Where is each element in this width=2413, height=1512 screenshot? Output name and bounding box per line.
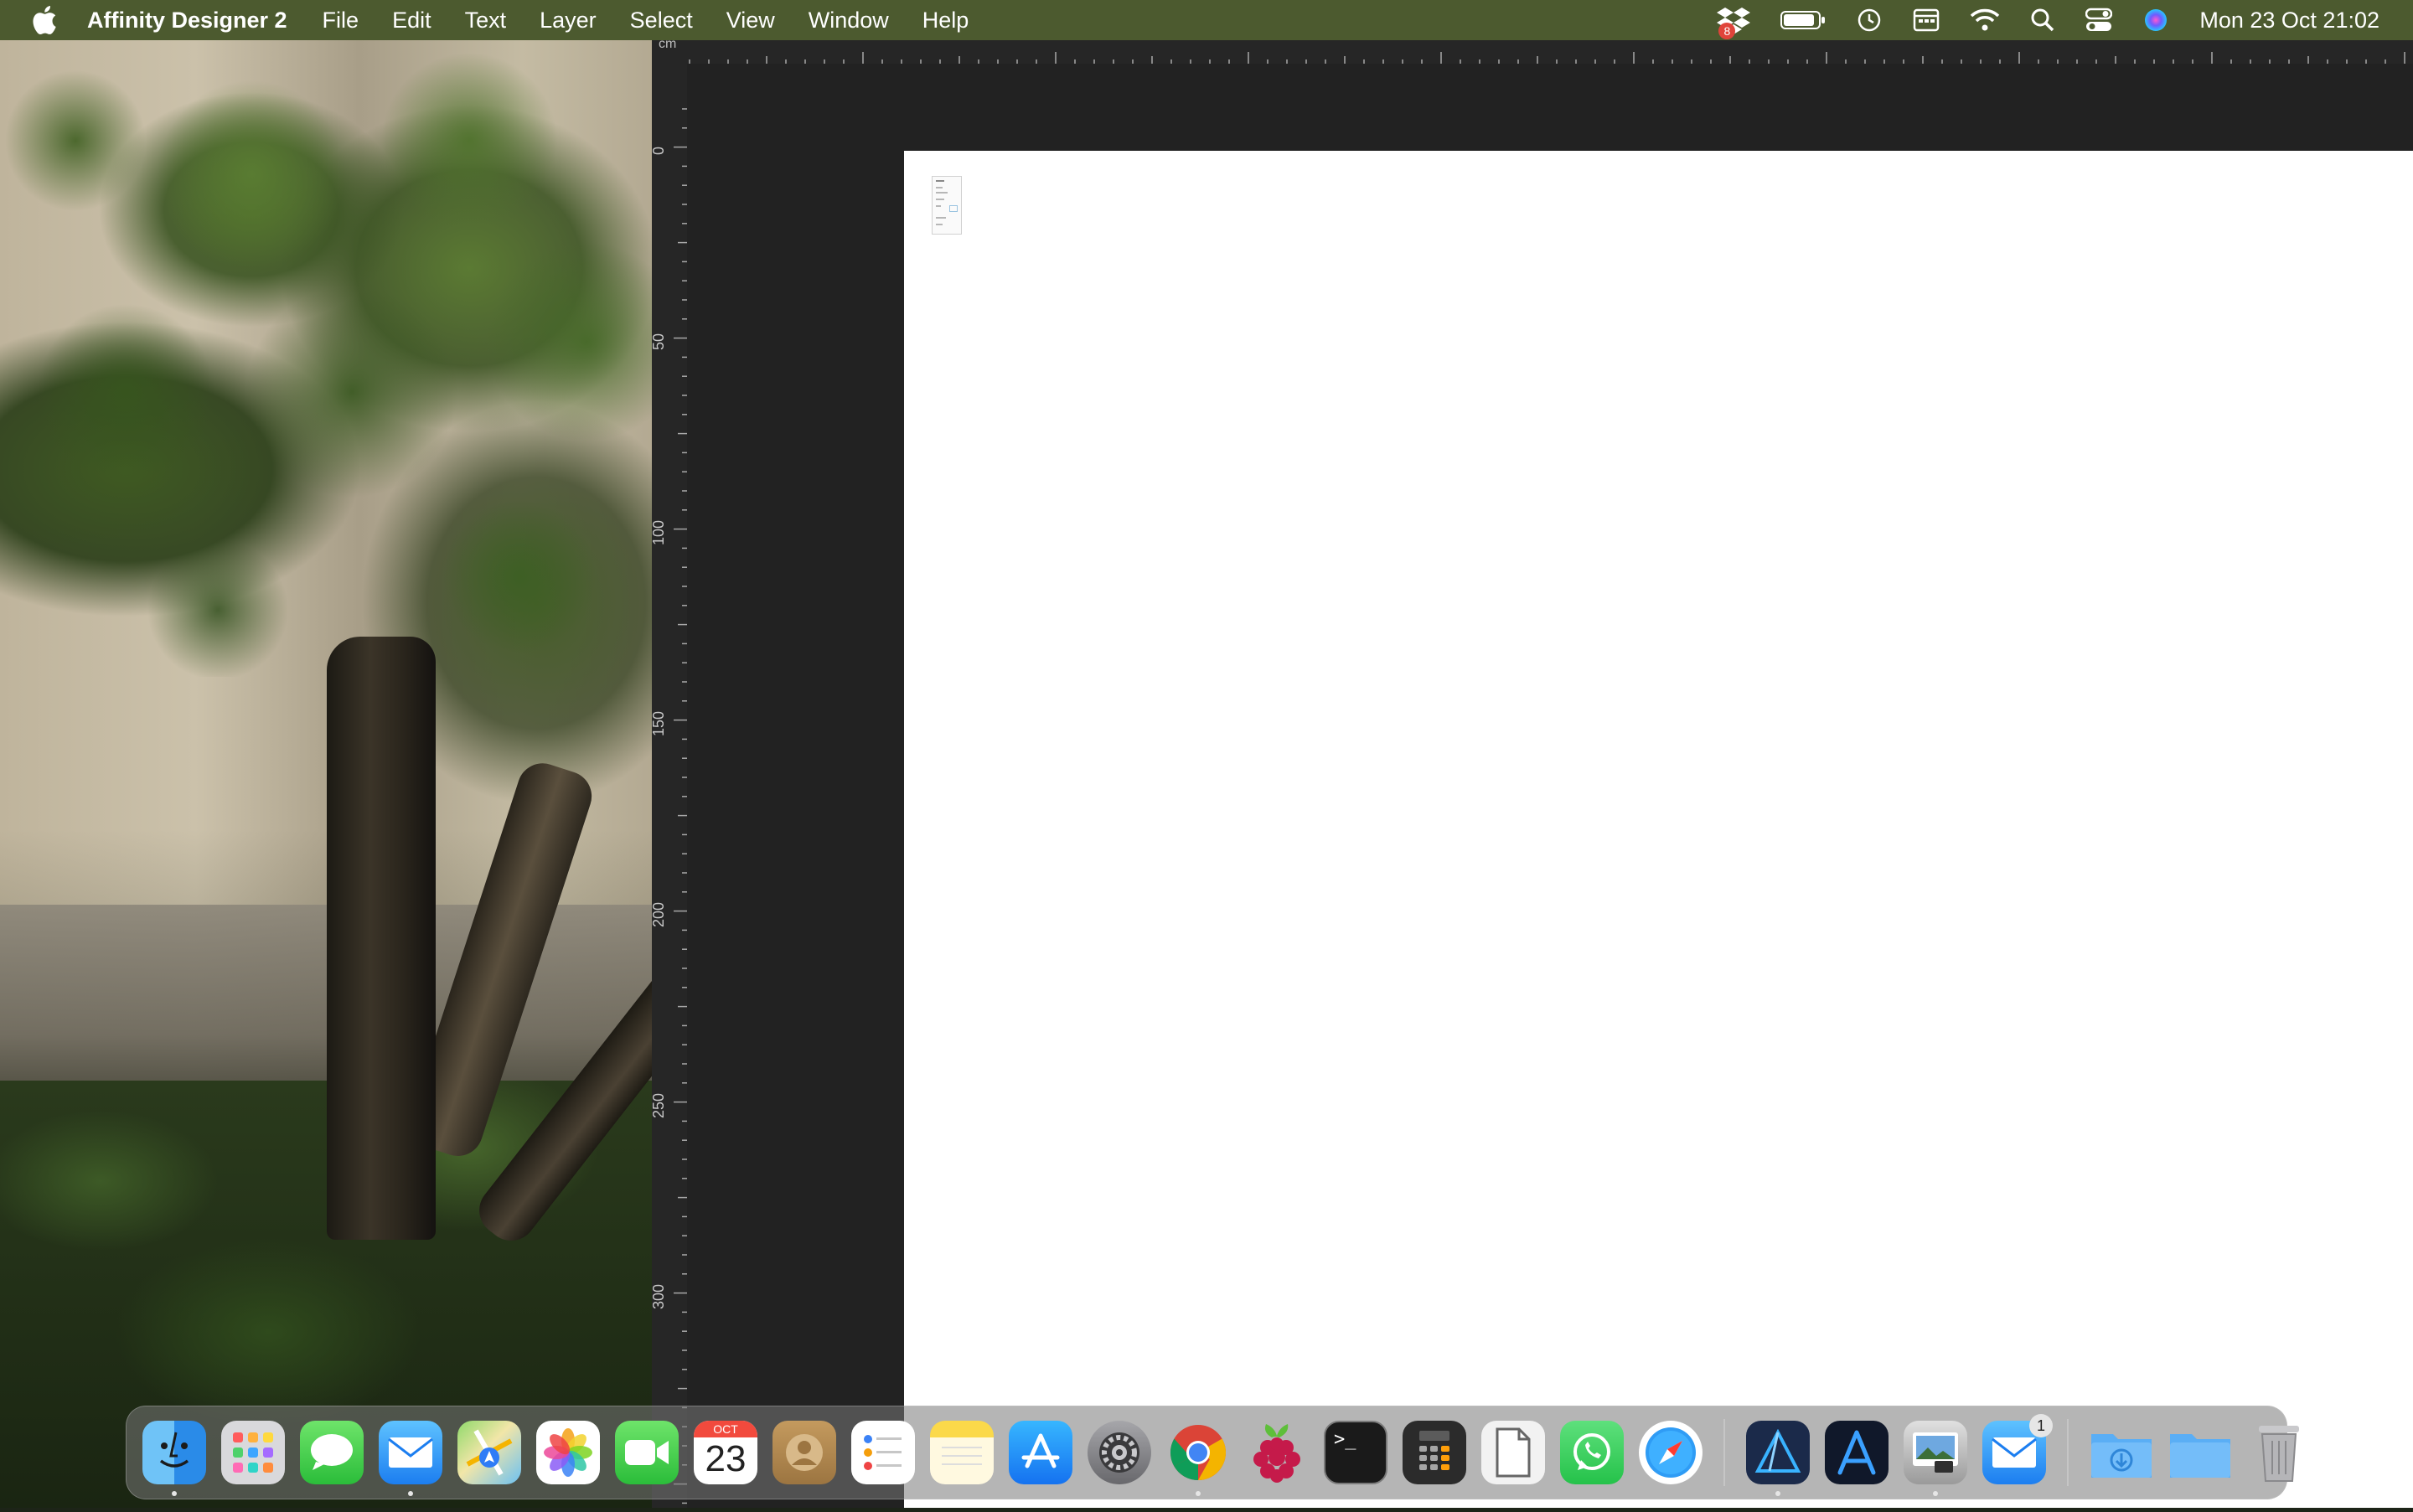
app-store-icon[interactable] xyxy=(1009,1421,1072,1484)
dropbox-badge: 8 xyxy=(1718,23,1736,39)
photos-icon[interactable] xyxy=(536,1421,600,1484)
ruler-label: 0 xyxy=(652,147,667,155)
notes-icon[interactable] xyxy=(930,1421,994,1484)
status-menus: 8 Mon 23 Oct 21:02 xyxy=(1717,0,2413,40)
artboard[interactable] xyxy=(904,151,2413,1508)
menu-bar-clock[interactable]: Mon 23 Oct 21:02 xyxy=(2199,8,2379,34)
mail-badge: 1 xyxy=(2029,1414,2053,1437)
artboard-content-thumbnail[interactable] xyxy=(932,176,962,235)
preview-icon[interactable] xyxy=(1904,1421,1967,1496)
vertical-ruler-ticks: 0 50 100 150 200 250 300 xyxy=(650,108,687,1504)
textedit-icon[interactable] xyxy=(1481,1421,1545,1484)
chrome-icon[interactable] xyxy=(1166,1421,1230,1496)
calendar-menu-icon[interactable] xyxy=(1913,8,1940,33)
messages-icon[interactable] xyxy=(300,1421,364,1484)
siri-icon[interactable] xyxy=(2142,7,2169,34)
ruler-label: 150 xyxy=(652,711,667,736)
finder-icon[interactable] xyxy=(142,1421,206,1496)
menu-help[interactable]: Help xyxy=(922,8,969,34)
calculator-icon[interactable] xyxy=(1403,1421,1466,1484)
calendar-day: 23 xyxy=(705,1438,747,1479)
menu-view[interactable]: View xyxy=(726,8,775,34)
menu-select[interactable]: Select xyxy=(630,8,693,34)
wallpaper-trunk xyxy=(327,637,436,1240)
calendar-icon[interactable]: OCT 23 xyxy=(694,1421,757,1484)
folder-icon[interactable] xyxy=(2168,1421,2232,1484)
safari-icon[interactable] xyxy=(1639,1421,1703,1484)
wallpaper-canopy xyxy=(0,40,654,677)
dropbox-icon[interactable]: 8 xyxy=(1717,6,1751,39)
menu-window[interactable]: Window xyxy=(809,8,889,34)
raspberry-pi-icon[interactable] xyxy=(1245,1421,1309,1484)
mail-icon[interactable] xyxy=(379,1421,442,1496)
mail-notification-icon[interactable]: 1 xyxy=(1982,1414,2053,1484)
apple-icon[interactable] xyxy=(32,6,57,34)
menu-file[interactable]: File xyxy=(323,8,359,34)
reminders-icon[interactable] xyxy=(851,1421,915,1484)
menu-text[interactable]: Text xyxy=(465,8,507,34)
whatsapp-icon[interactable] xyxy=(1560,1421,1624,1484)
control-center-icon[interactable] xyxy=(2085,8,2113,33)
launchpad-icon[interactable] xyxy=(221,1421,285,1484)
wifi-icon[interactable] xyxy=(1970,8,2000,32)
menu-layer[interactable]: Layer xyxy=(540,8,597,34)
battery-icon[interactable] xyxy=(1780,9,1826,31)
xcode-instruments-icon[interactable] xyxy=(1825,1421,1889,1484)
affinity-designer-icon[interactable] xyxy=(1746,1421,1810,1496)
contacts-icon[interactable] xyxy=(772,1421,836,1484)
dock-separator xyxy=(2067,1419,2069,1486)
calendar-month: OCT xyxy=(694,1421,757,1437)
trash-icon[interactable] xyxy=(2247,1421,2311,1484)
ruler-label: 300 xyxy=(652,1284,667,1309)
system-settings-icon[interactable] xyxy=(1088,1421,1151,1484)
ruler-label: 50 xyxy=(652,333,667,350)
maps-icon[interactable] xyxy=(457,1421,521,1484)
ruler-label: 250 xyxy=(652,1093,667,1118)
menu-bar: Affinity Designer 2 File Edit Text Layer… xyxy=(0,0,2413,40)
facetime-icon[interactable] xyxy=(615,1421,679,1484)
time-machine-icon[interactable] xyxy=(1856,7,1883,34)
ruler-label: 100 xyxy=(652,520,667,545)
horizontal-ruler-ticks xyxy=(669,52,2405,64)
dock: OCT 23 >_ 1 xyxy=(126,1406,2299,1499)
horizontal-ruler[interactable] xyxy=(654,40,2413,64)
terminal-icon[interactable]: >_ xyxy=(1324,1421,1387,1484)
dock-separator xyxy=(1723,1419,1725,1486)
ruler-label: 200 xyxy=(652,902,667,927)
vertical-ruler[interactable]: 0 50 100 150 200 250 300 xyxy=(650,40,687,1508)
downloads-folder-icon[interactable] xyxy=(2090,1421,2153,1484)
app-name-menu[interactable]: Affinity Designer 2 xyxy=(87,8,287,34)
menu-edit[interactable]: Edit xyxy=(392,8,431,34)
spotlight-search-icon[interactable] xyxy=(2030,8,2055,33)
